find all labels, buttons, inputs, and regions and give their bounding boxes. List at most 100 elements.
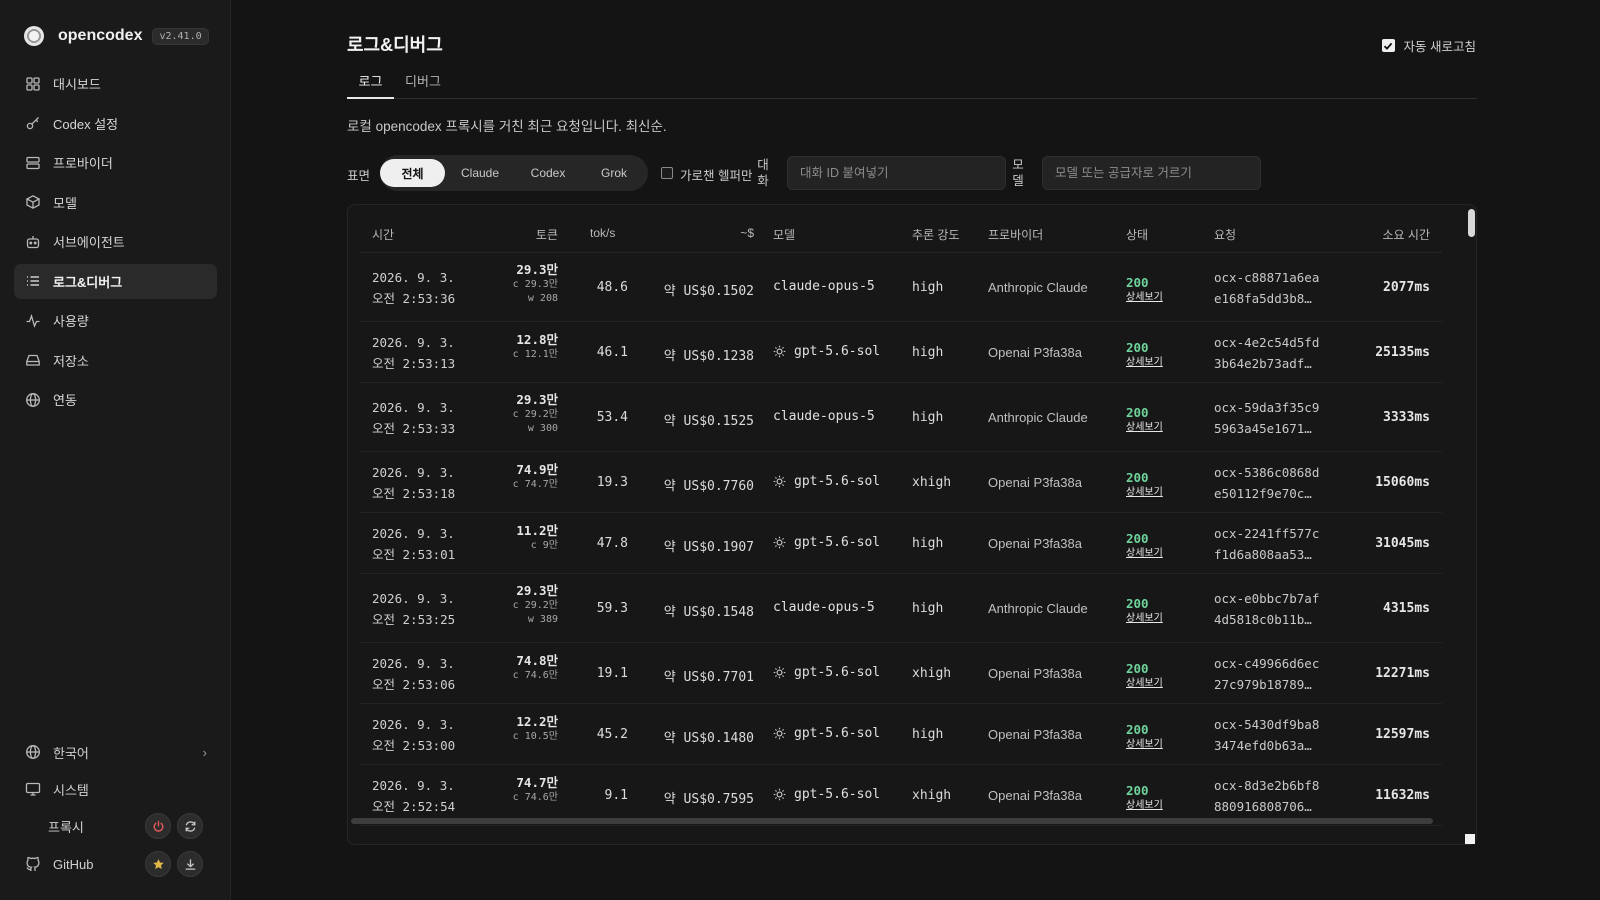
row-time: 오전 2:53:13 <box>372 355 456 371</box>
table-row[interactable]: 2026. 9. 3. 오전 2:53:18 74.9만 c 74.7만 19.3 약 U… <box>360 452 1442 513</box>
col-status[interactable]: 상태 <box>1126 226 1148 243</box>
sidebar-item-5[interactable]: 로그&디버그 <box>14 263 217 299</box>
status-cell: 200 상세보기 <box>1126 661 1163 690</box>
proxy-power-button[interactable] <box>145 813 171 839</box>
detail-link[interactable]: 상세보기 <box>1126 677 1163 690</box>
segment-grok[interactable]: Grok <box>583 159 645 187</box>
row-cached-tokens: c 29.2만 <box>512 409 558 420</box>
table-row[interactable]: 2026. 9. 3. 오전 2:53:13 12.8만 c 12.1만 46.1 약 U… <box>360 322 1442 383</box>
brand[interactable]: opencodex v2.41.0 <box>24 24 209 48</box>
request-cell[interactable]: ocx-5430df9ba8 3474efd0b63a… <box>1214 714 1319 756</box>
row-tps: 59.3 <box>596 600 628 616</box>
row-date: 2026. 9. 3. <box>372 655 455 671</box>
detail-link[interactable]: 상세보기 <box>1126 547 1163 560</box>
detail-link[interactable]: 상세보기 <box>1126 486 1163 499</box>
github-icon <box>25 856 41 872</box>
request-cell[interactable]: ocx-4e2c54d5fd 3b64e2b73adf… <box>1214 332 1319 374</box>
table-row[interactable]: 2026. 9. 3. 오전 2:53:06 74.8만 c 74.6만 19.1 약 U… <box>360 643 1442 704</box>
sidebar-item-label: 저장소 <box>53 353 89 369</box>
conversation-id-input[interactable] <box>787 156 1006 190</box>
sidebar-item-8[interactable]: 연동 <box>14 382 217 417</box>
table-row[interactable]: 2026. 9. 3. 오전 2:52:54 74.7만 c 74.6만 9.1 약 US… <box>360 765 1442 826</box>
tab-debug[interactable]: 디버그 <box>405 66 441 99</box>
table-row[interactable]: 2026. 9. 3. 오전 2:53:36 29.3만 c 29.3만 w 208 48… <box>360 253 1442 322</box>
row-cost: 약 US$0.1548 <box>663 604 754 620</box>
detail-link[interactable]: 상세보기 <box>1126 421 1163 434</box>
row-cached-tokens: c 12.1만 <box>512 349 558 360</box>
row-written-tokens: w 389 <box>527 614 558 625</box>
request-cell[interactable]: ocx-59da3f35c9 5963a45e1671… <box>1214 397 1319 439</box>
horizontal-scrollbar[interactable] <box>351 818 1433 824</box>
col-request[interactable]: 요청 <box>1214 226 1236 243</box>
col-effort[interactable]: 추론 강도 <box>912 226 960 243</box>
table-row[interactable]: 2026. 9. 3. 오전 2:53:00 12.2만 c 10.5만 45.2 약 U… <box>360 704 1442 765</box>
row-date: 2026. 9. 3. <box>372 269 455 285</box>
helper-only-checkbox[interactable] <box>661 167 673 179</box>
request-cell[interactable]: ocx-8d3e2b6bf8 880916808706… <box>1214 775 1319 817</box>
detail-link[interactable]: 상세보기 <box>1126 738 1163 751</box>
detail-link[interactable]: 상세보기 <box>1126 356 1163 369</box>
col-tps[interactable]: tok/s <box>590 226 615 240</box>
table-row[interactable]: 2026. 9. 3. 오전 2:53:33 29.3만 c 29.2만 w 300 53… <box>360 383 1442 452</box>
sidebar-item-7[interactable]: 저장소 <box>14 343 217 378</box>
row-duration: 11632ms <box>1375 787 1430 803</box>
sidebar-item-6[interactable]: 사용량 <box>14 303 217 338</box>
segment-claude[interactable]: Claude <box>447 159 513 187</box>
sidebar-item-2[interactable]: 프로바이더 <box>14 145 217 180</box>
sidebar-item-1[interactable]: Codex 설정 <box>14 106 217 141</box>
proxy-restart-button[interactable] <box>177 813 203 839</box>
auto-refresh-toggle[interactable]: 자동 새로고침 <box>1381 36 1476 55</box>
request-id-line2: 880916808706… <box>1214 798 1312 814</box>
request-cell[interactable]: ocx-5386c0868d e50112f9e70c… <box>1214 462 1319 504</box>
detail-link[interactable]: 상세보기 <box>1126 291 1163 304</box>
conversation-label-line1: 대 <box>757 158 769 172</box>
col-model[interactable]: 모델 <box>773 226 795 243</box>
proxy-label: 프록시 <box>48 819 84 835</box>
detail-link[interactable]: 상세보기 <box>1126 612 1163 625</box>
detail-link[interactable]: 상세보기 <box>1126 799 1163 812</box>
sidebar: opencodex v2.41.0 대시보드 Codex 설정프로바이더모델서브에… <box>0 0 231 900</box>
request-id-line2: f1d6a808aa53… <box>1214 546 1312 562</box>
tab-logs[interactable]: 로그 <box>347 66 394 99</box>
table-row[interactable]: 2026. 9. 3. 오전 2:53:01 11.2만 c 9만 47.8 약 US$0… <box>360 513 1442 574</box>
request-cell[interactable]: ocx-2241ff577c f1d6a808aa53… <box>1214 523 1319 565</box>
status-code: 200 <box>1126 339 1149 355</box>
row-time: 오전 2:53:00 <box>372 737 456 753</box>
status-cell: 200 상세보기 <box>1126 783 1163 812</box>
segment-codex[interactable]: Codex <box>515 159 581 187</box>
model-filter-input[interactable] <box>1042 156 1261 190</box>
request-cell[interactable]: ocx-c88871a6ea e168fa5dd3b8… <box>1214 267 1319 309</box>
model-cell: claude-opus-5 <box>773 600 875 615</box>
table-row[interactable]: 2026. 9. 3. 오전 2:53:25 29.3만 c 29.2만 w 389 59… <box>360 574 1442 643</box>
status-cell: 200 상세보기 <box>1126 722 1163 751</box>
segment-all[interactable]: 전체 <box>380 159 445 187</box>
col-provider[interactable]: 프로바이더 <box>988 226 1043 243</box>
request-id-line1: ocx-4e2c54d5fd <box>1214 334 1320 350</box>
auto-refresh-checkbox[interactable] <box>1381 39 1395 52</box>
sidebar-item-4[interactable]: 서브에이전트 <box>14 224 217 259</box>
time-cell: 2026. 9. 3. 오전 2:53:36 <box>372 267 455 309</box>
system-item[interactable]: 시스템 <box>14 773 217 805</box>
tokens-cell: 29.3만 c 29.2만 w 389 <box>513 582 558 627</box>
col-time[interactable]: 시간 <box>372 226 394 243</box>
col-duration[interactable]: 소요 시간 <box>1383 226 1431 243</box>
row-time: 오전 2:53:36 <box>372 290 456 306</box>
request-cell[interactable]: ocx-c49966d6ec 27c979b18789… <box>1214 653 1319 695</box>
col-tokens[interactable]: 토큰 <box>536 226 558 243</box>
language-selector[interactable]: 한국어 › <box>14 736 217 768</box>
github-download-button[interactable] <box>177 851 203 877</box>
request-cell[interactable]: ocx-e0bbc7b7af 4d5818c0b11b… <box>1214 588 1319 630</box>
sidebar-item-3[interactable]: 모델 <box>14 185 217 220</box>
sidebar-item-label: 로그&디버그 <box>53 274 123 290</box>
system-label: 시스템 <box>53 782 89 798</box>
sidebar-item-label: Codex 설정 <box>53 116 119 132</box>
row-provider: Openai P3fa38a <box>988 535 1082 551</box>
row-duration: 31045ms <box>1375 535 1430 551</box>
col-cost[interactable]: ~$ <box>740 226 754 240</box>
row-tps: 48.6 <box>596 279 628 295</box>
sidebar-item-0[interactable]: 대시보드 <box>14 66 217 101</box>
model-cell: gpt-5.6-sol <box>773 344 880 359</box>
tokens-cell: 74.7만 c 74.6만 <box>513 774 558 805</box>
github-star-button[interactable] <box>145 851 171 877</box>
vertical-scrollbar[interactable] <box>1468 209 1475 237</box>
